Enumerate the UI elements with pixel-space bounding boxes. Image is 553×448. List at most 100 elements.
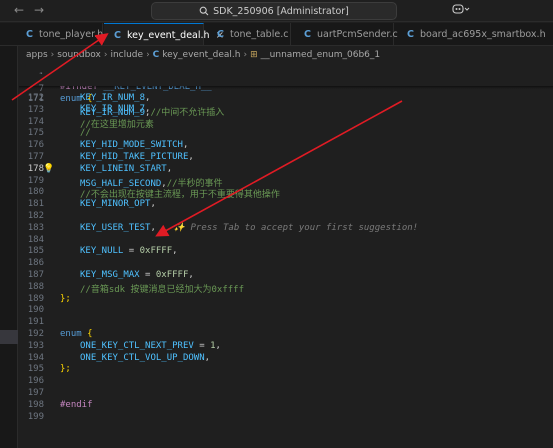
sticky-line[interactable]: 7 enum { — [19, 74, 553, 104]
code-line[interactable]: 177 KEY_HID_TAKE_PICTURE, — [19, 152, 553, 164]
breadcrumb-file[interactable]: key_event_deal.h — [162, 50, 240, 60]
tab-uart-pcm-sender[interactable]: C uartPcmSender.c — [292, 23, 398, 45]
identifier: KEY_LINEIN_START — [80, 163, 167, 174]
code-line[interactable]: 174//在这里增加元素 — [19, 116, 553, 130]
c-file-icon: C — [407, 29, 414, 40]
tab-board-smartbox[interactable]: C board_ac695x_smartbox.h — [395, 23, 553, 45]
number-literal: 0xFFFF — [139, 246, 173, 257]
identifier: KEY_MSG_MAX — [80, 270, 140, 280]
code-line[interactable]: 175 // — [19, 128, 553, 140]
code-line[interactable]: 190 — [19, 305, 553, 317]
tab-label: tone_table.c — [229, 29, 289, 40]
punctuation: = — [193, 340, 211, 351]
line-number: 190 — [27, 305, 44, 316]
identifier: ONE_KEY_CTL_NEXT_PREV — [80, 340, 194, 351]
identifier: KEY_USER_TEST — [80, 222, 151, 233]
code-line[interactable]: 187 KEY_MSG_MAX = 0xFFFF, — [19, 270, 553, 282]
code-line[interactable]: 180//不会出现在按键主流程，用于不重要得其他操作 — [19, 187, 553, 200]
line-number: 172 — [27, 93, 44, 103]
c-file-icon: C — [217, 29, 224, 40]
line-number: 180 — [27, 187, 44, 198]
tab-tone-player[interactable]: C tone_player.h — [0, 23, 103, 45]
lightbulb-icon[interactable]: 💡 — [43, 164, 54, 174]
identifier: ONE_KEY_CTL_VOL_UP_DOWN — [80, 352, 205, 363]
line-code: KEY_NULL = 0xFFFF, — [80, 246, 178, 256]
c-file-icon: C — [114, 29, 121, 41]
code-line[interactable]: 183 KEY_USER_TEST, ✨ Press Tab to accept y… — [19, 223, 553, 235]
sticky-line[interactable]: 1 #ifndef __KEY_EVENT_DEAL_H__ — [19, 62, 553, 92]
punctuation: , — [188, 152, 194, 162]
line-number: 181 — [27, 199, 44, 210]
identifier: KEY_NULL — [80, 246, 124, 257]
line-number: 194 — [27, 352, 44, 363]
tab-tone-table[interactable]: C tone_table.c — [205, 23, 291, 45]
punctuation: , — [182, 140, 189, 151]
code-line[interactable]: 192 enum { — [19, 329, 553, 341]
code-line[interactable]: 186 — [19, 258, 553, 270]
line-number: 179 — [27, 175, 44, 186]
code-line[interactable]: 198 #endif — [19, 400, 553, 412]
breadcrumb-include[interactable]: include — [110, 50, 143, 60]
line-number: 174 — [27, 116, 44, 127]
chevron-right-icon: › — [103, 49, 108, 60]
preprocessor-directive: #endif — [60, 399, 93, 410]
code-line[interactable]: 189}; — [19, 294, 553, 306]
line-number: 173 — [27, 104, 44, 115]
comment: // — [80, 128, 91, 139]
code-line[interactable]: 197 — [19, 388, 553, 400]
line-number: 197 — [27, 388, 44, 398]
identifier: KEY_MINOR_OPT — [80, 199, 151, 210]
line-number: 177 — [27, 152, 44, 162]
line-number: 176 — [27, 140, 44, 151]
chevron-right-icon: › — [243, 49, 248, 60]
line-code: ONE_KEY_CTL_VOL_UP_DOWN, — [80, 353, 210, 363]
code-line[interactable]: 199 — [19, 412, 553, 424]
breadcrumb-symbol[interactable]: __unnamed_enum_06b6_1 — [261, 50, 380, 60]
breadcrumb-soundbox[interactable]: soundbox — [57, 50, 101, 60]
code-line[interactable]: 196 — [19, 376, 553, 388]
tab-key-event-deal[interactable]: C key_event_deal.h × — [104, 23, 224, 45]
line-number: 182 — [27, 211, 44, 221]
keyword: enum — [60, 329, 82, 339]
breadcrumb: apps › soundbox › include › C key_event_… — [0, 47, 553, 62]
chevron-right-icon: › — [146, 49, 150, 60]
back-arrow-icon[interactable]: ← — [14, 3, 24, 17]
code-line[interactable]: 182 — [19, 211, 553, 223]
code-line[interactable]: 184 — [19, 235, 553, 247]
inline-suggestion-hint: ✨ Press Tab to accept your first suggest… — [173, 222, 419, 233]
code-editor[interactable]: 171 KEY_IR_NUM_7, 1 #ifndef __KEY_EVENT_… — [11, 33, 553, 448]
brace: { — [87, 329, 93, 339]
line-number: 191 — [27, 317, 44, 328]
command-center-search[interactable]: SDK_250906 [Administrator] — [151, 2, 397, 20]
line-code: KEY_USER_TEST, ✨ Press Tab to accept your… — [80, 223, 418, 233]
code-line[interactable]: 178 💡 KEY_LINEIN_START, — [19, 164, 553, 176]
punctuation: , — [166, 163, 173, 174]
tab-label: board_ac695x_smartbox.h — [419, 29, 546, 40]
code-line[interactable]: 195}; — [19, 364, 553, 376]
code-line[interactable]: 172 KEY_IR_NUM_8, — [19, 93, 553, 105]
line-code: KEY_LINEIN_START, — [80, 164, 172, 174]
line-code: KEY_HID_TAKE_PICTURE, — [80, 152, 194, 162]
punctuation: , — [150, 222, 156, 233]
code-line[interactable]: 194 ONE_KEY_CTL_VOL_UP_DOWN, — [19, 353, 553, 365]
code-line[interactable]: 185 KEY_NULL = 0xFFFF, — [19, 246, 553, 258]
code-line[interactable]: 173 KEY_IR_NUM_9,//中间不允许插入 — [19, 104, 553, 118]
forward-arrow-icon[interactable]: → — [34, 3, 44, 17]
brace: }; — [60, 364, 71, 375]
code-line[interactable]: 179 MSG_HALF_SECOND,//半秒的事件 — [19, 175, 553, 189]
code-line[interactable]: 188//音箱sdk 按键消息已经加大为0xffff — [19, 281, 553, 295]
title-bar: ← → SDK_250906 [Administrator] — [0, 0, 553, 22]
line-number: 186 — [27, 258, 44, 269]
c-file-icon: C — [152, 49, 160, 60]
code-line[interactable]: 176 KEY_HID_MODE_SWITCH, — [19, 140, 553, 152]
copilot-icon[interactable] — [452, 3, 470, 18]
line-number: 188 — [27, 281, 44, 292]
line-code: KEY_HID_MODE_SWITCH, — [80, 140, 188, 150]
breadcrumb-apps[interactable]: apps — [26, 50, 48, 60]
code-line[interactable]: 193 ONE_KEY_CTL_NEXT_PREV = 1, — [19, 341, 553, 353]
command-center-text: SDK_250906 [Administrator] — [213, 5, 349, 17]
code-line[interactable]: 191 — [19, 317, 553, 329]
tab-label: uartPcmSender.c — [316, 29, 398, 40]
code-line[interactable]: 181 KEY_MINOR_OPT, — [19, 199, 553, 211]
number-literal: 0xFFFF — [155, 270, 189, 280]
